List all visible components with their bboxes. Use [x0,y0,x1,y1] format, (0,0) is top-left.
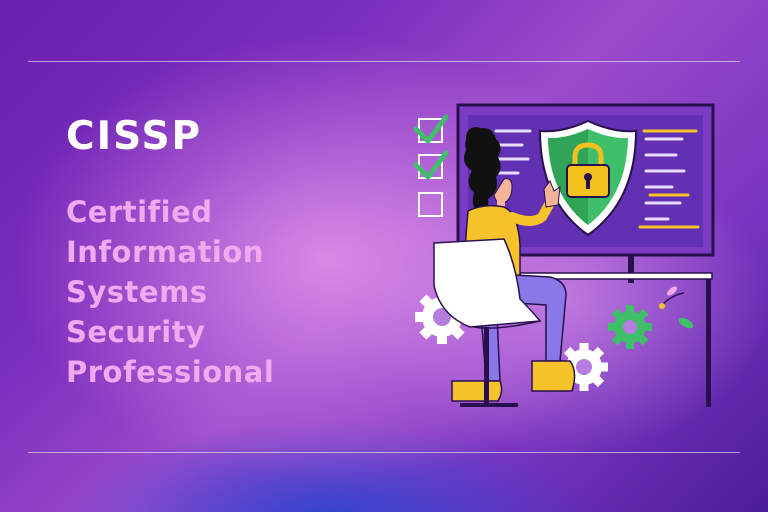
gear-icon [608,305,652,349]
checklist [413,114,449,217]
subtitle: Certified Information Systems Security P… [66,192,274,392]
subtitle-line: Security [66,315,206,349]
subtitle-line: Professional [66,355,275,389]
subtitle-line: Information [66,235,264,269]
empty-checkbox-icon [418,192,443,217]
subtitle-line: Systems [66,275,208,309]
top-divider [28,61,740,62]
page-title: CISSP [66,114,203,159]
bottom-divider [28,452,740,453]
plant-sprig [659,286,694,329]
subtitle-line: Certified [66,195,213,229]
security-illustration [413,103,715,407]
